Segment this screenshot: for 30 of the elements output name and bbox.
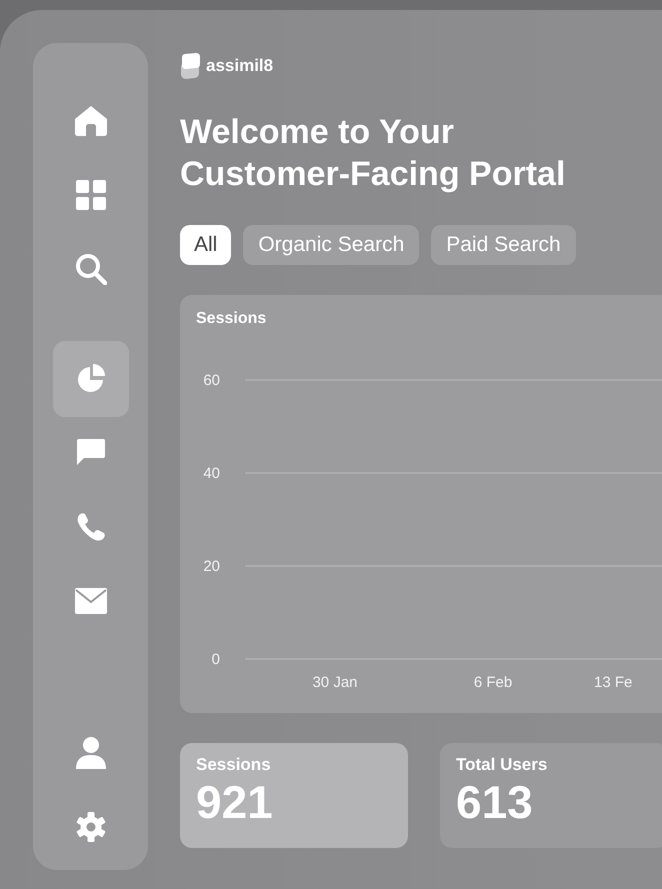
brand-name: assimil8 [206, 56, 274, 76]
stat-value: 921 [196, 775, 274, 829]
filter-chip[interactable]: All [180, 225, 232, 265]
search-icon [74, 253, 106, 285]
y-tick-label: 20 [203, 558, 220, 575]
filter-chip[interactable]: Organic Search [243, 225, 420, 265]
mail-icon [74, 588, 106, 614]
home-icon [74, 105, 108, 137]
x-tick-label: 30 Jan [312, 674, 358, 691]
phone-icon [76, 512, 106, 542]
stat-label: Sessions [196, 755, 272, 775]
settings-icon [76, 812, 106, 842]
chat-bubble-icon [76, 438, 106, 468]
stat-label: Total Users [456, 755, 548, 775]
y-tick-label: 0 [212, 651, 220, 668]
pie-chart-icon [76, 364, 106, 394]
page-title: Welcome to Your Customer-Facing Portal [180, 112, 566, 195]
logo-icon [180, 53, 202, 79]
y-tick-label: 40 [203, 465, 220, 482]
stat-card[interactable]: Total Users 613 [440, 743, 662, 848]
y-tick-label: 60 [203, 372, 220, 389]
stat-value: 613 [456, 775, 534, 829]
sidebar-item[interactable] [52, 341, 128, 417]
filter-chip[interactable]: Paid Search [431, 225, 576, 265]
grid-icon [76, 180, 106, 210]
chart-title: Sessions [196, 310, 266, 327]
x-tick-label: 6 Feb [474, 674, 512, 691]
x-tick-label: 13 Fe [594, 674, 632, 691]
stat-card[interactable]: Sessions 921 [180, 743, 408, 848]
user-icon [76, 737, 106, 769]
